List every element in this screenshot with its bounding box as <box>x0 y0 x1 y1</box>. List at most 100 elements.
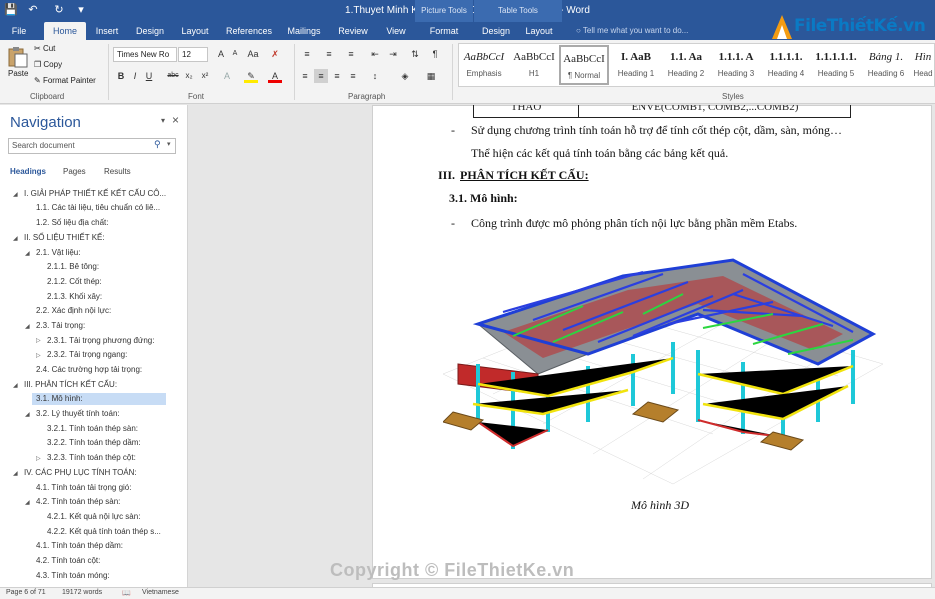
clear-format-icon[interactable]: ✗ <box>268 47 282 61</box>
collapse-icon[interactable]: ◢ <box>25 250 30 257</box>
tab-design[interactable]: Design <box>130 22 170 40</box>
line-spacing-icon[interactable]: ↕ <box>368 69 382 83</box>
style-heading-5[interactable]: 1.1.1.1.1. Heading 5 <box>811 45 861 85</box>
tell-me-box[interactable]: ○ Tell me what you want to do... <box>576 22 688 40</box>
nav-heading[interactable]: 3.2.3. Tính toán thép cột: <box>47 452 136 464</box>
word-count[interactable]: 19172 words <box>62 589 102 596</box>
paragraph-text[interactable]: Thể hiện các kết quả tính toán bằng các … <box>471 146 728 161</box>
paragraph-text[interactable]: Công trình được mô phỏng phân tích nội l… <box>471 216 797 231</box>
tab-table-layout[interactable]: Layout <box>520 22 558 40</box>
style-heading-6[interactable]: Bảng 1. Heading 6 <box>861 45 911 85</box>
nav-heading[interactable]: II. SỐ LIỆU THIẾT KẾ: <box>24 232 105 244</box>
style-normal[interactable]: AaBbCcI ¶ Normal <box>559 45 609 85</box>
borders-icon[interactable]: ▦ <box>424 69 438 83</box>
collapse-icon[interactable]: ◢ <box>25 499 30 506</box>
tab-mailings[interactable]: Mailings <box>282 22 326 40</box>
nav-tab-results[interactable]: Results <box>104 167 131 176</box>
paragraph-text[interactable]: Sử dụng chương trình tính toán hỗ trợ để… <box>471 123 842 138</box>
numbering-icon[interactable]: ≡ <box>322 47 336 61</box>
tab-insert[interactable]: Insert <box>90 22 124 40</box>
shrink-font-icon[interactable]: A <box>228 47 242 61</box>
nav-heading[interactable]: 3.2. Lý thuyết tính toán: <box>36 408 120 420</box>
nav-heading[interactable]: 4.2. Tính toán cột: <box>36 555 100 567</box>
tab-review[interactable]: Review <box>334 22 372 40</box>
tab-home[interactable]: Home <box>44 22 86 40</box>
nav-tab-pages[interactable]: Pages <box>63 167 86 176</box>
copy-button[interactable]: ❐ Copy <box>34 60 62 69</box>
nav-tab-headings[interactable]: Headings <box>10 167 46 176</box>
nav-heading[interactable]: 4.2.1. Kết quả nội lực sàn: <box>47 511 140 523</box>
tab-format[interactable]: Format <box>421 22 467 40</box>
align-center-icon[interactable]: ≡ <box>314 69 328 83</box>
bullets-icon[interactable]: ≡ <box>300 47 314 61</box>
change-case-icon[interactable]: Aa <box>246 47 260 61</box>
collapse-icon[interactable]: ◢ <box>13 191 18 198</box>
nav-heading-selected[interactable]: 3.1. Mô hình: <box>32 393 166 405</box>
highlight-icon[interactable]: ✎ <box>244 69 258 83</box>
style-heading-4[interactable]: 1.1.1.1. Heading 4 <box>761 45 811 85</box>
align-right-icon[interactable]: ≡ <box>330 69 344 83</box>
subscript-icon[interactable]: x₂ <box>182 69 196 83</box>
tab-view[interactable]: View <box>380 22 412 40</box>
nav-heading[interactable]: 2.1. Vật liệu: <box>36 247 80 259</box>
style-h1[interactable]: AaBbCcI H1 <box>509 45 559 85</box>
nav-heading[interactable]: I. GIẢI PHÁP THIẾT KẾ KẾT CẤU CÔ... <box>24 188 166 200</box>
nav-heading[interactable]: 2.4. Các trường hợp tải trọng: <box>36 364 142 376</box>
nav-heading[interactable]: 4.3. Tính toán móng: <box>36 570 110 580</box>
nav-search-input[interactable]: Search document <box>8 138 176 154</box>
structural-3d-model-image[interactable] <box>443 254 883 494</box>
collapse-icon[interactable]: ◢ <box>25 323 30 330</box>
collapse-icon[interactable]: ◢ <box>13 382 18 389</box>
close-icon[interactable]: × <box>172 113 179 127</box>
nav-heading[interactable]: 4.1. Tính toán tải trọng gió: <box>36 482 131 494</box>
font-color-icon[interactable]: A <box>268 69 282 83</box>
style-heading-7[interactable]: Hìn Head <box>911 45 935 85</box>
decrease-indent-icon[interactable]: ⇤ <box>368 47 382 61</box>
table-cell[interactable]: ENVE(COMB1, COMB2,...COMB2) <box>580 105 850 117</box>
tab-table-design[interactable]: Design <box>478 22 514 40</box>
table-row[interactable]: THÁO ENVE(COMB1, COMB2,...COMB2) <box>473 105 851 118</box>
font-size-select[interactable]: 12 <box>178 47 208 62</box>
tab-layout[interactable]: Layout <box>174 22 216 40</box>
nav-heading[interactable]: 4.2. Tính toán thép sàn: <box>36 496 120 508</box>
document-page[interactable]: THÁO ENVE(COMB1, COMB2,...COMB2) - Sử dụ… <box>372 105 932 579</box>
show-marks-icon[interactable]: ¶ <box>428 47 442 61</box>
nav-options-icon[interactable]: ▾ <box>161 116 165 125</box>
style-heading-3[interactable]: 1.1.1. A Heading 3 <box>711 45 761 85</box>
language[interactable]: Vietnamese <box>142 589 179 596</box>
nav-heading[interactable]: 3.2.2. Tính toán thép dầm: <box>47 437 141 449</box>
underline-icon[interactable]: U <box>142 69 156 83</box>
increase-indent-icon[interactable]: ⇥ <box>386 47 400 61</box>
italic-icon[interactable]: I <box>128 69 142 83</box>
nav-heading[interactable]: III. PHÂN TÍCH KẾT CẤU: <box>24 379 117 391</box>
multilevel-list-icon[interactable]: ≡ <box>344 47 358 61</box>
collapse-icon[interactable]: ◢ <box>13 470 18 477</box>
page-count[interactable]: Page 6 of 71 <box>6 589 46 596</box>
nav-heading[interactable]: 4.1. Tính toán thép dầm: <box>36 540 123 552</box>
nav-heading[interactable]: 2.3. Tải trọng: <box>36 320 85 332</box>
bold-icon[interactable]: B <box>114 69 128 83</box>
heading-1[interactable]: PHÂN TÍCH KẾT CẤU: <box>460 168 589 183</box>
nav-heading[interactable]: 2.3.2. Tải trọng ngang: <box>47 349 127 361</box>
nav-heading[interactable]: 2.1.2. Cốt thép: <box>47 276 102 288</box>
nav-heading[interactable]: 2.1.3. Khối xây: <box>47 291 102 303</box>
sort-icon[interactable]: ⇅ <box>408 47 422 61</box>
nav-heading[interactable]: 2.3.1. Tải trọng phương đứng: <box>47 335 154 347</box>
superscript-icon[interactable]: x² <box>198 69 212 83</box>
style-heading-1[interactable]: I. AaB Heading 1 <box>611 45 661 85</box>
text-effects-icon[interactable]: A <box>220 69 234 83</box>
chevron-down-icon[interactable]: ▾ <box>167 140 171 148</box>
style-emphasis[interactable]: AaBbCcI Emphasis <box>459 45 509 85</box>
collapse-icon[interactable]: ◢ <box>13 235 18 242</box>
format-painter-button[interactable]: ✎ Format Painter <box>34 76 96 85</box>
nav-heading[interactable]: 3.2.1. Tính toán thép sàn: <box>47 423 138 435</box>
strikethrough-icon[interactable]: abc <box>166 69 180 83</box>
grow-font-icon[interactable]: A <box>214 47 228 61</box>
nav-heading[interactable]: 4.2.2. Kết quả tính toán thép s... <box>47 526 161 538</box>
nav-heading[interactable]: 2.2. Xác định nội lực: <box>36 305 111 317</box>
expand-icon[interactable]: ▷ <box>36 352 41 359</box>
paste-button[interactable]: Paste <box>8 69 28 78</box>
font-name-select[interactable]: Times New Ro <box>113 47 177 62</box>
expand-icon[interactable]: ▷ <box>36 455 41 462</box>
tab-references[interactable]: References <box>222 22 276 40</box>
